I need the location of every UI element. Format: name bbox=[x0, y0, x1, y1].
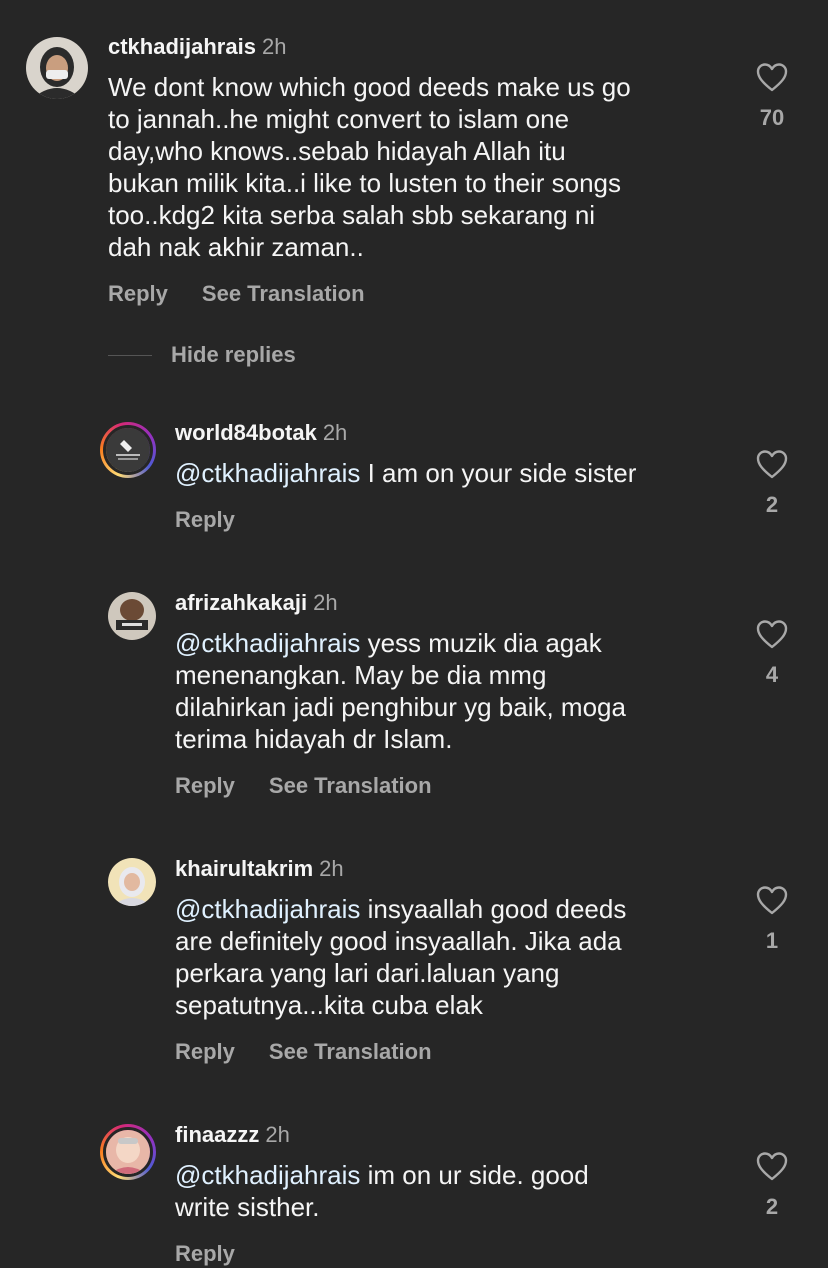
heart-icon[interactable] bbox=[756, 449, 788, 479]
comment-username[interactable]: ctkhadijahrais bbox=[108, 34, 256, 59]
like-button[interactable]: 70 bbox=[742, 62, 802, 132]
reply-button[interactable]: Reply bbox=[175, 1039, 235, 1064]
reply-button[interactable]: Reply bbox=[175, 773, 235, 798]
hide-replies-label: Hide replies bbox=[171, 342, 296, 367]
mention-link[interactable]: @ctkhadijahrais bbox=[175, 894, 360, 924]
comment-username[interactable]: afrizahkakaji bbox=[175, 590, 307, 615]
reply-button[interactable]: Reply bbox=[175, 507, 235, 532]
like-button[interactable]: 4 bbox=[742, 619, 802, 689]
comment-text: @ctkhadijahrais I am on your side sister bbox=[175, 458, 637, 488]
heart-icon[interactable] bbox=[756, 885, 788, 915]
hide-replies-button[interactable]: Hide replies bbox=[108, 340, 296, 370]
divider bbox=[108, 354, 152, 356]
avatar[interactable] bbox=[108, 592, 156, 640]
comment-text: @ctkhadijahrais im on ur side. good writ… bbox=[175, 1160, 589, 1222]
mention-link[interactable]: @ctkhadijahrais bbox=[175, 628, 360, 658]
comment-text: @ctkhadijahrais insyaallah good deeds ar… bbox=[175, 894, 627, 1020]
like-count: 2 bbox=[765, 492, 779, 517]
comment-username[interactable]: world84botak bbox=[175, 420, 317, 445]
comment-text: @ctkhadijahrais yess muzik dia agak mene… bbox=[175, 628, 626, 754]
mention-link[interactable]: @ctkhadijahrais bbox=[175, 458, 360, 488]
see-translation-button[interactable]: See Translation bbox=[269, 1039, 432, 1064]
comment-username[interactable]: finaazzz bbox=[175, 1122, 259, 1147]
mention-link[interactable]: @ctkhadijahrais bbox=[175, 1160, 360, 1190]
like-count: 70 bbox=[759, 105, 785, 130]
see-translation-button[interactable]: See Translation bbox=[202, 281, 365, 306]
like-count: 2 bbox=[765, 1194, 779, 1219]
avatar[interactable] bbox=[100, 1124, 156, 1180]
reply-button[interactable]: Reply bbox=[175, 1241, 235, 1266]
heart-icon[interactable] bbox=[756, 1151, 788, 1181]
like-button[interactable]: 1 bbox=[742, 885, 802, 955]
comment-timestamp: 2h bbox=[261, 34, 287, 59]
heart-icon[interactable] bbox=[756, 619, 788, 649]
like-button[interactable]: 2 bbox=[742, 449, 802, 519]
like-count: 1 bbox=[765, 928, 779, 953]
comment-username[interactable]: khairultakrim bbox=[175, 856, 313, 881]
heart-icon[interactable] bbox=[756, 62, 788, 92]
avatar[interactable] bbox=[100, 422, 156, 478]
comment-timestamp: 2h bbox=[313, 590, 338, 615]
reply-button[interactable]: Reply bbox=[108, 281, 168, 306]
like-count: 4 bbox=[765, 662, 779, 687]
avatar[interactable] bbox=[26, 37, 88, 99]
avatar[interactable] bbox=[108, 858, 156, 906]
comment-text: We dont know which good deeds make us go… bbox=[108, 72, 631, 262]
see-translation-button[interactable]: See Translation bbox=[269, 773, 432, 798]
like-button[interactable]: 2 bbox=[742, 1151, 802, 1221]
comment-timestamp: 2h bbox=[319, 856, 344, 881]
comment-timestamp: 2h bbox=[265, 1122, 290, 1147]
comment-timestamp: 2h bbox=[322, 420, 348, 445]
